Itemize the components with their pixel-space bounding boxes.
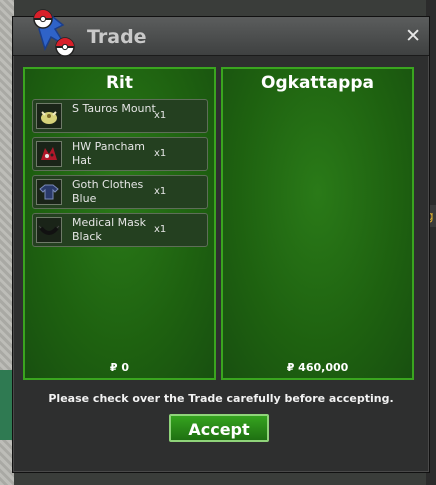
- trade-logo-icon: [33, 9, 75, 57]
- item-name: Goth Clothes Blue: [72, 178, 144, 205]
- trade-item[interactable]: Goth Clothes Blue x1: [32, 175, 208, 209]
- item-name: HW Pancham Hat: [72, 140, 145, 167]
- close-icon[interactable]: ✕: [405, 27, 421, 46]
- item-name: S Tauros Mount: [72, 102, 156, 115]
- item-quantity: x1: [154, 224, 167, 235]
- money-amount: ₽ 460,000: [286, 361, 349, 374]
- item-quantity: x1: [154, 186, 167, 197]
- player-name: Rit: [105, 73, 134, 93]
- goth-clothes-icon: [36, 179, 62, 205]
- trade-item[interactable]: HW Pancham Hat x1: [32, 137, 208, 171]
- trade-item[interactable]: Medical Mask Black x1: [32, 213, 208, 247]
- tauros-mount-icon: [36, 103, 62, 129]
- window-title: Trade: [87, 26, 147, 48]
- my-offer-panel: Rit S Tauros Mount x1 HW Pancham Hat x1 …: [23, 67, 216, 380]
- trade-item[interactable]: S Tauros Mount x1: [32, 99, 208, 133]
- trade-window: Trade ✕ Rit S Tauros Mount x1 HW Pancham…: [12, 9, 430, 473]
- player-name: Ogkattappa: [261, 73, 374, 93]
- medical-mask-icon: [36, 217, 62, 243]
- trade-notice: Please check over the Trade carefully be…: [48, 392, 394, 405]
- partner-offer-panel: Ogkattappa ₽ 460,000: [221, 67, 414, 380]
- money-amount: ₽ 0: [109, 361, 130, 374]
- pancham-hat-icon: [36, 141, 62, 167]
- item-quantity: x1: [154, 110, 167, 121]
- item-quantity: x1: [154, 148, 167, 159]
- item-name: Medical Mask Black: [72, 216, 146, 243]
- accept-button[interactable]: Accept: [169, 414, 269, 442]
